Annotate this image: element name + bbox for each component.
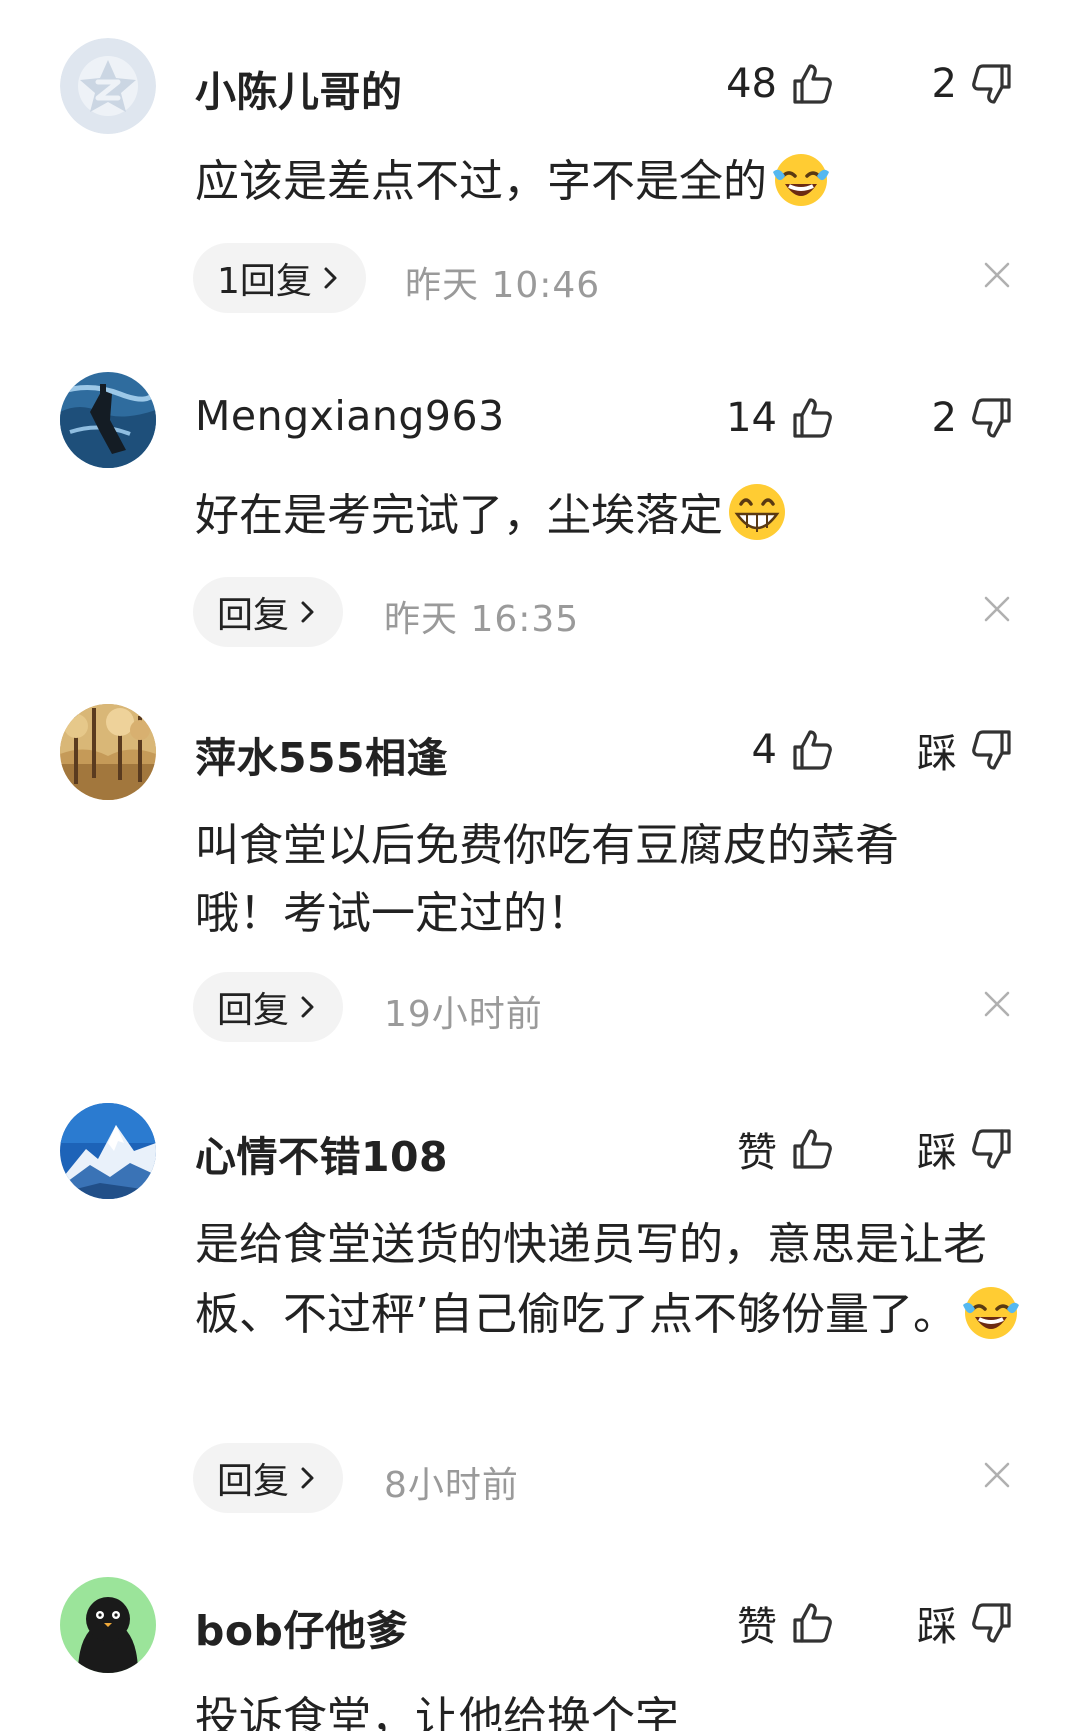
grinning-emoji <box>725 480 789 544</box>
avatar[interactable] <box>60 1103 156 1199</box>
reply-label: 回复 <box>217 595 290 636</box>
thumbs-down-icon <box>972 1603 1011 1643</box>
laughing-crying-emoji <box>959 1279 1023 1343</box>
username[interactable]: Mengxiang963 <box>195 392 505 440</box>
timestamp: 8小时前 <box>384 1465 519 1506</box>
reply-button[interactable]: 回复 <box>193 1443 344 1513</box>
dislike-label: 踩 <box>917 731 957 777</box>
reply-button[interactable]: 回复 <box>193 972 344 1042</box>
timestamp: 昨天 10:46 <box>405 265 601 306</box>
thumbs-up-icon <box>793 64 832 104</box>
comment-text-content: 好在是考完试了，尘埃落定 <box>195 490 723 541</box>
reply-button[interactable]: 回复 <box>193 577 344 647</box>
like-button[interactable]: 赞 <box>737 1119 835 1179</box>
like-label: 赞 <box>737 1130 777 1176</box>
autumn-forest-avatar <box>60 704 156 800</box>
like-label: 赞 <box>737 1604 777 1650</box>
dislike-button[interactable]: 踩 <box>917 1119 1015 1179</box>
dislike-button[interactable]: 踩 <box>917 1593 1015 1653</box>
comment-text: 叫食堂以后免费你吃有豆腐皮的菜肴哦！考试一定过的！ <box>195 812 975 948</box>
black-bird-avatar <box>60 1577 156 1673</box>
like-count: 4 <box>751 727 777 773</box>
avatar[interactable] <box>60 1577 156 1673</box>
username[interactable]: 小陈儿哥的 <box>195 58 403 118</box>
thumbs-up-icon <box>793 730 832 770</box>
thumbs-up-icon <box>793 1129 832 1169</box>
thumbs-down-icon <box>972 398 1011 438</box>
close-icon[interactable] <box>982 260 1012 290</box>
dislike-count: 2 <box>931 61 957 107</box>
like-button[interactable]: 48 <box>726 54 835 114</box>
dislike-count: 2 <box>931 395 957 441</box>
thumbs-down-icon <box>972 730 1011 770</box>
reply-label: 回复 <box>217 990 290 1031</box>
close-icon[interactable] <box>982 989 1012 1019</box>
close-icon[interactable] <box>982 1460 1012 1490</box>
qq-default-avatar-icon <box>60 38 156 134</box>
reply-button[interactable]: 1回复 <box>193 243 366 313</box>
chevron-right-icon <box>324 267 337 289</box>
thumbs-down-icon <box>972 64 1011 104</box>
like-button[interactable]: 4 <box>752 720 835 780</box>
comment-text: 是给食堂送货的快递员写的，意思是让老板、不过秤’自己偷吃了点不够份量了。 <box>195 1211 1025 1349</box>
laughing-crying-emoji <box>769 146 833 210</box>
username[interactable]: 心情不错108 <box>195 1123 448 1183</box>
dislike-button[interactable]: 2 <box>932 388 1015 448</box>
submarine-ocean-avatar <box>60 372 156 468</box>
avatar[interactable] <box>60 38 156 134</box>
comment-text-content: 叫食堂以后免费你吃有豆腐皮的菜肴哦！考试一定过的！ <box>195 820 899 939</box>
comment-text-content: 投诉食堂，让他给换个字 <box>195 1693 679 1731</box>
reply-label: 回复 <box>217 1461 290 1502</box>
avatar[interactable] <box>60 704 156 800</box>
dislike-button[interactable]: 踩 <box>917 720 1015 780</box>
chevron-right-icon <box>301 601 314 623</box>
username[interactable]: bob仔他爹 <box>195 1597 408 1657</box>
comment-text-content: 应该是差点不过，字不是全的 <box>195 156 767 207</box>
timestamp: 昨天 16:35 <box>384 599 580 640</box>
like-button[interactable]: 14 <box>726 388 835 448</box>
chevron-right-icon <box>301 1467 314 1489</box>
thumbs-up-icon <box>793 1603 832 1643</box>
comment-text: 好在是考完试了，尘埃落定 <box>195 480 1015 550</box>
like-count: 48 <box>726 61 777 107</box>
like-button[interactable]: 赞 <box>737 1593 835 1653</box>
dislike-label: 踩 <box>917 1130 957 1176</box>
comment-text: 应该是差点不过，字不是全的 <box>195 146 1015 216</box>
dislike-button[interactable]: 2 <box>932 54 1015 114</box>
close-icon[interactable] <box>982 594 1012 624</box>
chevron-right-icon <box>301 996 314 1018</box>
dislike-label: 踩 <box>917 1604 957 1650</box>
thumbs-up-icon <box>793 398 832 438</box>
like-count: 14 <box>726 395 777 441</box>
username[interactable]: 萍水555相逢 <box>195 724 448 784</box>
thumbs-down-icon <box>972 1129 1011 1169</box>
comment-text: 投诉食堂，让他给换个字 <box>195 1685 1015 1731</box>
snow-mountain-avatar <box>60 1103 156 1199</box>
avatar[interactable] <box>60 372 156 468</box>
comment-text-content: 是给食堂送货的快递员写的，意思是让老板、不过秤’自己偷吃了点不够份量了。 <box>195 1219 987 1340</box>
timestamp: 19小时前 <box>384 994 543 1035</box>
reply-label: 1回复 <box>217 261 312 302</box>
